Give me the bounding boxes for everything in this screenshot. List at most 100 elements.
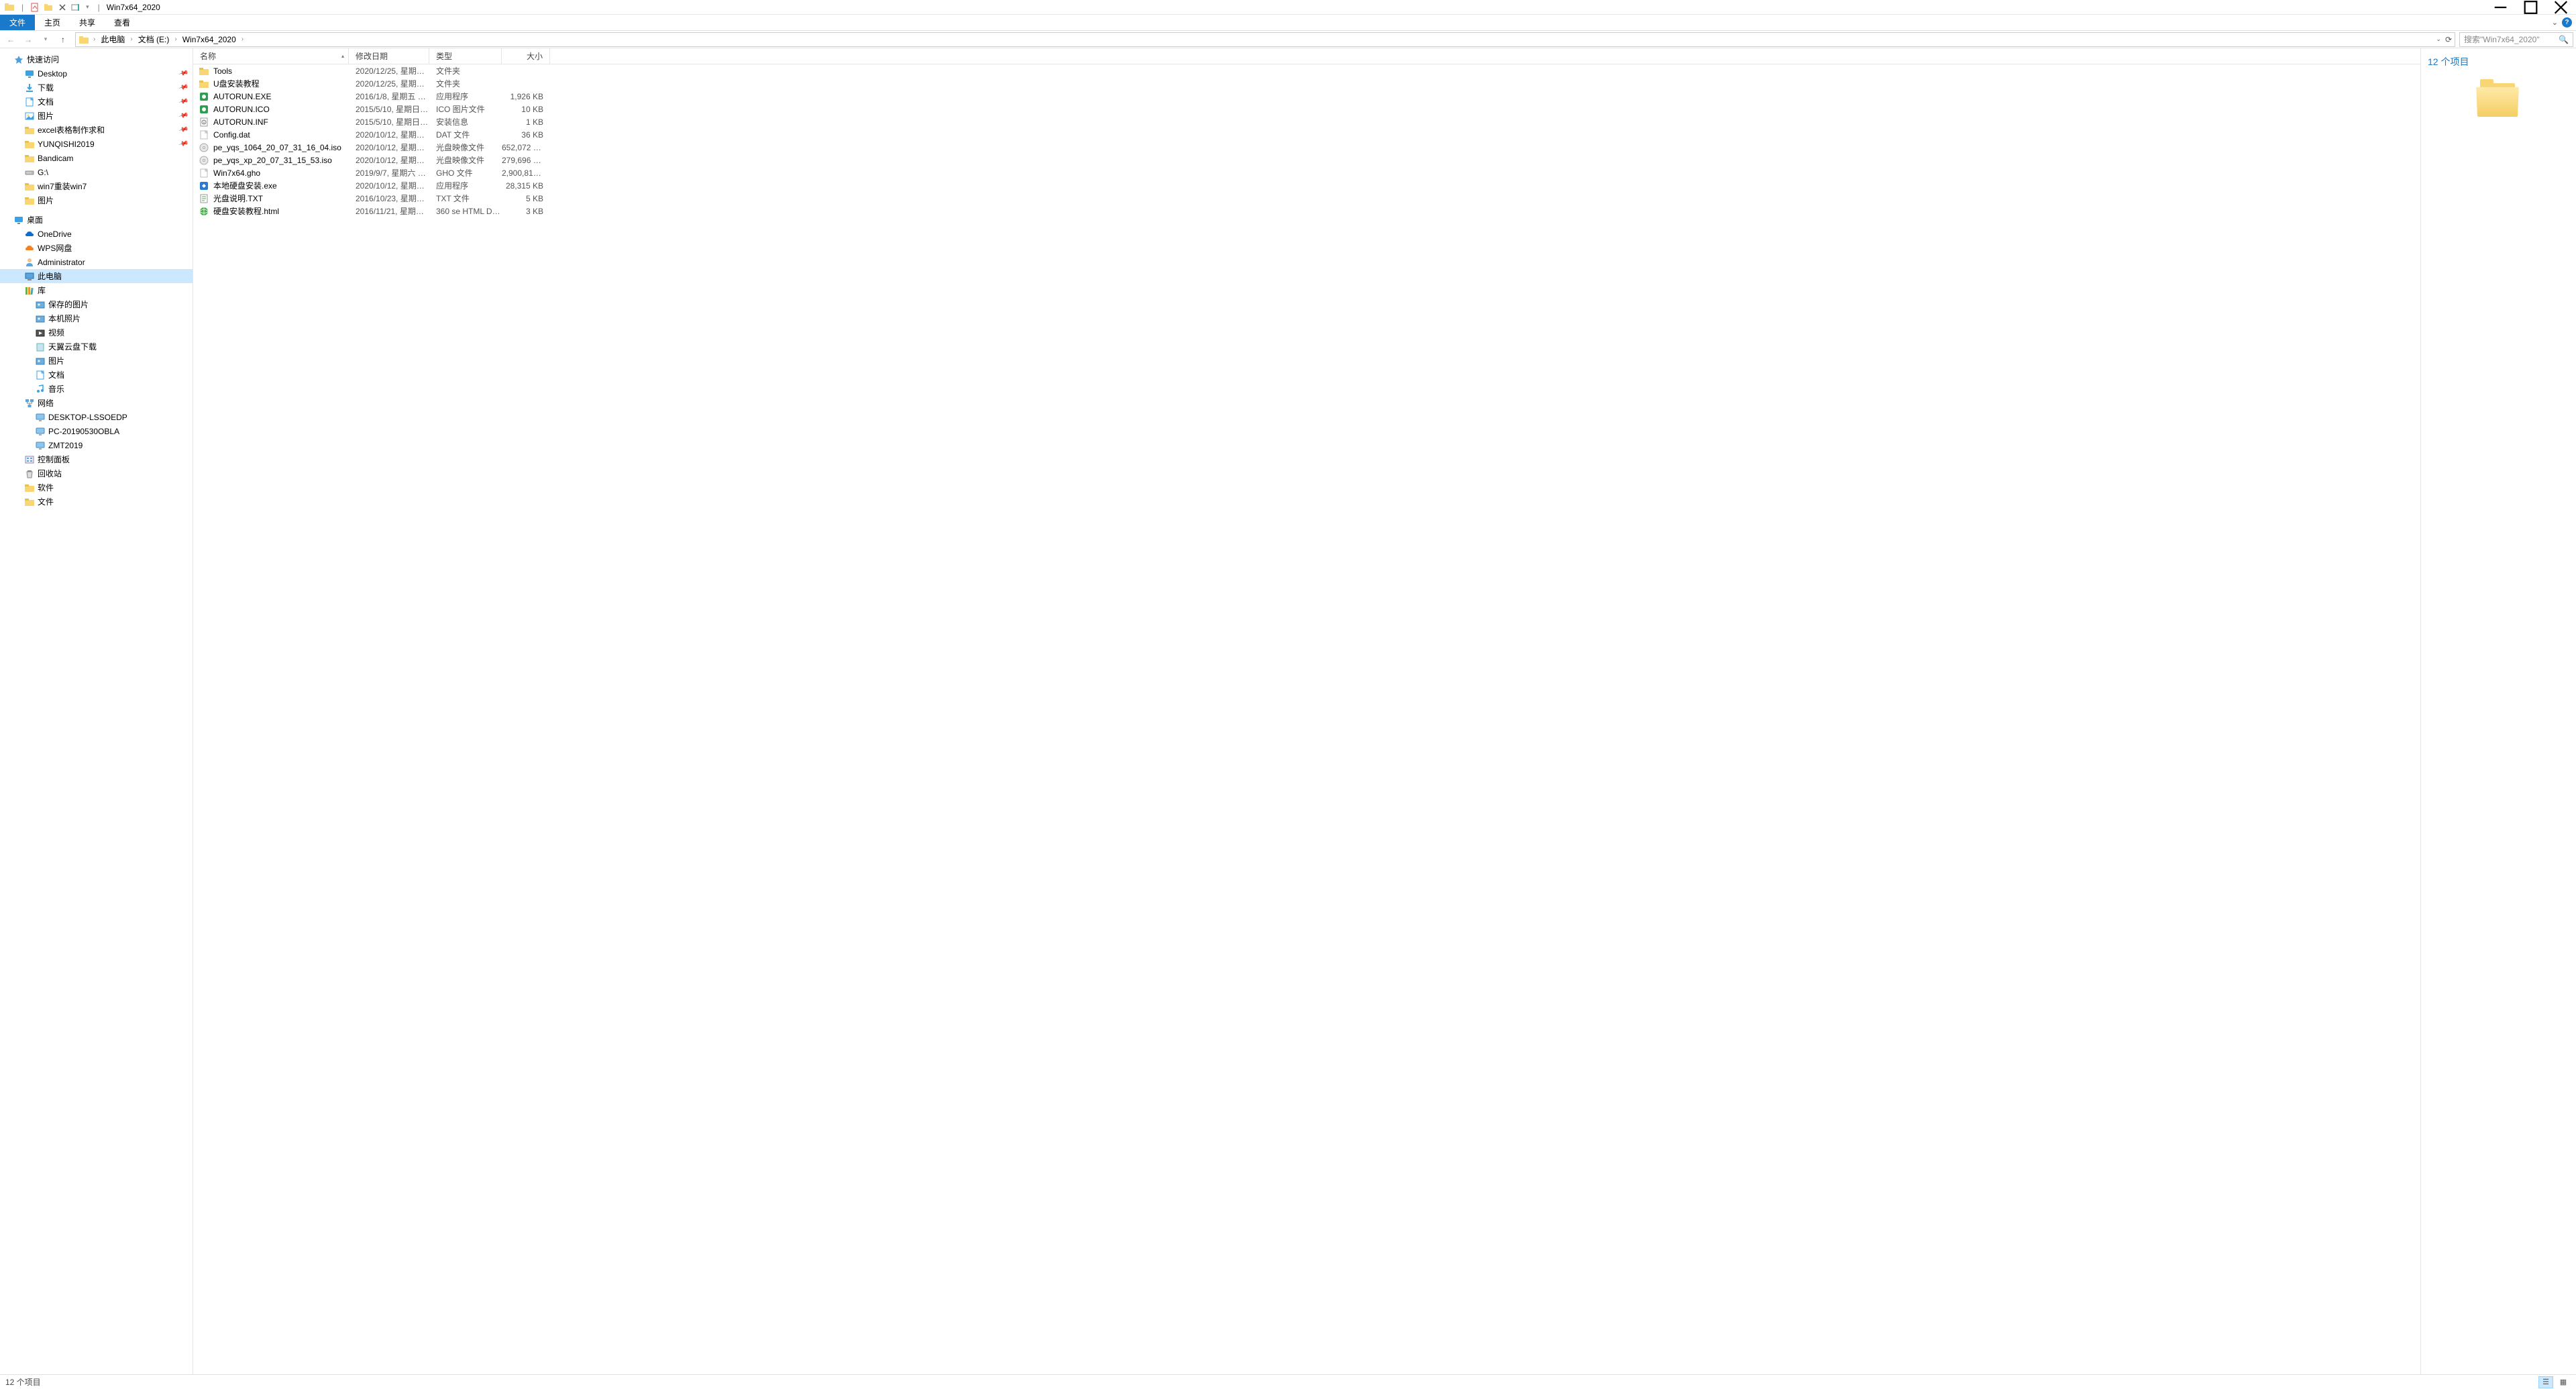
expand-ribbon-icon[interactable]: ⌄ [2552,18,2558,27]
address-dropdown-icon[interactable]: ⌄ [2436,36,2441,43]
ribbon-tab-share[interactable]: 共享 [70,15,105,30]
file-row[interactable]: AUTORUN.INF2015/5/10, 星期日 02...安装信息1 KB [193,115,2420,128]
breadcrumb-item[interactable]: 此电脑 [99,34,126,45]
column-header-type[interactable]: 类型 [429,48,502,64]
tree-item[interactable]: 视频 [0,325,193,340]
chevron-right-icon[interactable]: › [91,36,98,43]
tree-item-label: 天翼云盘下载 [48,341,97,352]
folder-icon [199,66,209,76]
view-details-button[interactable]: ☰ [2538,1376,2553,1388]
file-row[interactable]: 本地硬盘安装.exe2020/10/12, 星期一 1...应用程序28,315… [193,179,2420,192]
tree-item[interactable]: 天翼云盘下载 [0,340,193,354]
tree-desktop[interactable]: 桌面 [0,213,193,227]
qat-newfolder-icon[interactable] [44,2,54,13]
view-large-icons-button[interactable]: ▦ [2556,1376,2571,1388]
qat-properties-icon[interactable] [30,2,41,13]
column-header-name[interactable]: 名称▴ [193,48,349,64]
documents-icon [24,97,35,107]
tree-item[interactable]: 图片 [0,193,193,207]
tree-item[interactable]: G:\ [0,165,193,179]
pin-icon: 📌 [178,125,189,136]
address-bar[interactable]: › 此电脑 › 文档 (E:) › Win7x64_2020 › ⌄ ⟳ [75,32,2455,47]
user-icon [24,257,35,268]
tree-item[interactable]: 图片📌 [0,109,193,123]
file-row[interactable]: 硬盘安装教程.html2016/11/21, 星期一 2...360 se HT… [193,205,2420,217]
file-row[interactable]: 光盘说明.TXT2016/10/23, 星期日 0...TXT 文件5 KB [193,192,2420,205]
pin-icon: 📌 [178,68,189,79]
tree-item[interactable]: OneDrive [0,227,193,241]
tree-item[interactable]: 音乐 [0,382,193,396]
ribbon-tab-file[interactable]: 文件 [0,15,35,30]
minimize-button[interactable] [2485,0,2516,15]
chevron-right-icon[interactable]: › [172,36,179,43]
file-type: 文件夹 [429,78,502,89]
tree-item[interactable]: 此电脑 [0,269,193,283]
lib-pic-icon [35,356,46,366]
file-row[interactable]: pe_yqs_1064_20_07_31_16_04.iso2020/10/12… [193,141,2420,154]
tree-item[interactable]: 下载📌 [0,81,193,95]
file-row[interactable]: Win7x64.gho2019/9/7, 星期六 19:...GHO 文件2,9… [193,166,2420,179]
ribbon-tab-home[interactable]: 主页 [35,15,70,30]
tree-item-label: excel表格制作求和 [38,124,105,136]
file-size: 2,900,813... [502,168,550,178]
ribbon-tab-view[interactable]: 查看 [105,15,140,30]
file-row[interactable]: Tools2020/12/25, 星期五 1...文件夹 [193,64,2420,77]
file-row[interactable]: Config.dat2020/10/12, 星期一 1...DAT 文件36 K… [193,128,2420,141]
file-name: AUTORUN.INF [213,117,268,127]
file-name: Tools [213,66,232,76]
tree-item[interactable]: 文件 [0,495,193,509]
file-row[interactable]: U盘安装教程2020/12/25, 星期五 1...文件夹 [193,77,2420,90]
tree-item[interactable]: Desktop📌 [0,66,193,81]
nav-up-button[interactable]: ↑ [55,32,71,47]
breadcrumb-item[interactable]: 文档 (E:) [137,34,171,45]
search-input[interactable]: 搜索"Win7x64_2020" 🔍 [2459,32,2573,47]
tree-item[interactable]: DESKTOP-LSSOEDP [0,410,193,424]
column-header-size[interactable]: 大小 [502,48,550,64]
search-icon[interactable]: 🔍 [2559,35,2569,44]
navigation-tree[interactable]: 快速访问Desktop📌下载📌文档📌图片📌excel表格制作求和📌YUNQISH… [0,48,193,1374]
tree-item[interactable]: 库 [0,283,193,297]
tree-item[interactable]: 文档📌 [0,95,193,109]
qat-delete-icon[interactable] [57,2,68,13]
refresh-icon[interactable]: ⟳ [2445,35,2452,44]
tree-item[interactable]: WPS网盘 [0,241,193,255]
file-size: 1 KB [502,117,550,127]
tree-item[interactable]: Bandicam [0,151,193,165]
tree-item-label: 此电脑 [38,270,62,282]
chevron-right-icon[interactable]: › [239,36,246,43]
breadcrumb-item[interactable]: Win7x64_2020 [181,35,237,44]
tree-item[interactable]: PC-20190530OBLA [0,424,193,438]
tree-item[interactable]: ZMT2019 [0,438,193,452]
tree-item[interactable]: 回收站 [0,466,193,480]
tree-item-label: 图片 [38,195,54,206]
address-row: ← → ▾ ↑ › 此电脑 › 文档 (E:) › Win7x64_2020 ›… [0,31,2576,48]
tree-item[interactable]: 软件 [0,480,193,495]
file-row[interactable]: pe_yqs_xp_20_07_31_15_53.iso2020/10/12, … [193,154,2420,166]
file-row[interactable]: AUTORUN.EXE2016/1/8, 星期五 04:...应用程序1,926… [193,90,2420,103]
qat-dropdown-icon[interactable]: ▾ [84,3,91,11]
nav-back-button[interactable]: ← [3,32,19,47]
chevron-right-icon[interactable]: › [127,36,135,43]
tree-item[interactable]: Administrator [0,255,193,269]
tree-item[interactable]: 图片 [0,354,193,368]
nav-recent-button[interactable]: ▾ [38,32,54,47]
tree-item[interactable]: YUNQISHI2019📌 [0,137,193,151]
tree-item[interactable]: 文档 [0,368,193,382]
tree-item[interactable]: excel表格制作求和 📌 [0,123,193,137]
network-icon [24,398,35,409]
qat-rename-icon[interactable] [70,2,81,13]
file-row[interactable]: AUTORUN.ICO2015/5/10, 星期日 02...ICO 图片文件1… [193,103,2420,115]
folder-icon [24,125,35,136]
help-icon[interactable]: ? [2562,17,2572,28]
column-header-date[interactable]: 修改日期 [349,48,429,64]
tree-item[interactable]: win7重装win7 [0,179,193,193]
close-button[interactable] [2546,0,2576,15]
tree-item[interactable]: 保存的图片 [0,297,193,311]
tree-network[interactable]: 网络 [0,396,193,410]
tree-item-label: 文档 [38,96,54,107]
maximize-button[interactable] [2516,0,2546,15]
tree-item[interactable]: 本机照片 [0,311,193,325]
tree-item[interactable]: 控制面板 [0,452,193,466]
tree-quick-access[interactable]: 快速访问 [0,52,193,66]
nav-forward-button[interactable]: → [20,32,36,47]
